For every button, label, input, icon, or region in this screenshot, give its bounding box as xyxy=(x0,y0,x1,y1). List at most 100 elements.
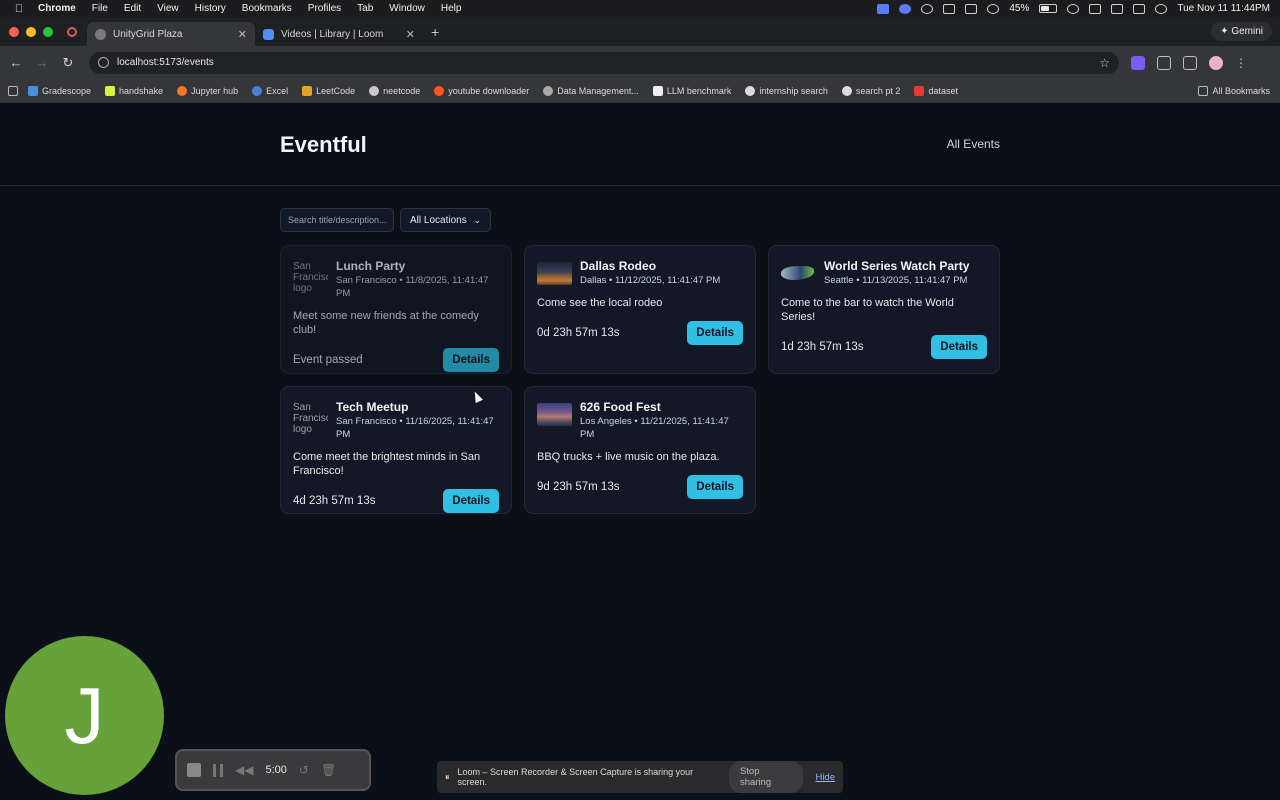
bookmark-internship-search[interactable]: internship search xyxy=(745,85,828,96)
new-tab-icon[interactable]: + xyxy=(431,24,439,40)
bluetooth-icon[interactable] xyxy=(943,3,956,14)
apps-grid-icon[interactable] xyxy=(8,85,18,96)
battery-icon[interactable] xyxy=(1039,4,1058,13)
bookmark-label: dataset xyxy=(928,85,958,96)
extension-badge-icon[interactable] xyxy=(1131,55,1145,70)
details-button[interactable]: Details xyxy=(931,335,987,359)
maximize-window-icon[interactable] xyxy=(43,26,53,37)
screen-share-icon[interactable] xyxy=(877,3,890,14)
menu-tab[interactable]: Tab xyxy=(349,3,381,14)
tab-title: UnityGrid Plaza xyxy=(113,28,183,40)
nav-all-events[interactable]: All Events xyxy=(947,137,1000,151)
airpods-icon[interactable] xyxy=(965,3,978,14)
side-panel-icon[interactable] xyxy=(1183,55,1197,70)
zoom-icon[interactable] xyxy=(899,3,912,14)
apple-icon[interactable]:  xyxy=(8,3,30,15)
handshake-icon xyxy=(105,85,116,96)
menu-file[interactable]: File xyxy=(84,3,116,14)
bookmark-llm-benchmark[interactable]: LLM benchmark xyxy=(652,85,731,96)
address-bar[interactable]: localhost:5173/events ☆ xyxy=(89,51,1119,74)
reload-icon[interactable]: ↻ xyxy=(55,55,81,71)
search-input[interactable]: Search title/description... xyxy=(280,208,394,232)
gemini-button[interactable]: ✦ Gemini xyxy=(1211,22,1272,41)
bookmark-handshake[interactable]: handshake xyxy=(105,85,163,96)
bookmark-label: LeetCode xyxy=(316,85,356,96)
menu-profiles[interactable]: Profiles xyxy=(300,3,349,14)
all-bookmarks[interactable]: All Bookmarks xyxy=(1198,85,1270,96)
kebab-menu-icon[interactable]: ⋮ xyxy=(1235,56,1247,70)
play-icon[interactable] xyxy=(987,3,1000,14)
bookmark-leetcode[interactable]: LeetCode xyxy=(302,85,356,96)
details-button[interactable]: Details xyxy=(687,321,743,345)
bookmark-star-icon[interactable]: ☆ xyxy=(1099,56,1110,70)
site-info-icon[interactable] xyxy=(98,57,109,68)
stop-recording-icon[interactable] xyxy=(187,763,201,777)
bookmark-gradescope[interactable]: Gradescope xyxy=(28,85,91,96)
bookmark-excel[interactable]: Excel xyxy=(252,85,288,96)
menu-window[interactable]: Window xyxy=(381,3,433,14)
stop-sharing-button[interactable]: Stop sharing xyxy=(728,761,804,793)
details-button[interactable]: Details xyxy=(443,489,499,513)
all-bookmarks-label: All Bookmarks xyxy=(1212,85,1270,96)
location-select[interactable]: All Locations ⌄ xyxy=(400,208,491,232)
address-text[interactable]: localhost:5173/events xyxy=(117,57,214,68)
gemini-label: Gemini xyxy=(1231,26,1263,37)
tab-unitygrid-plaza[interactable]: UnityGrid Plaza ✕ xyxy=(87,22,255,46)
details-button[interactable]: Details xyxy=(687,475,743,499)
menu-view[interactable]: View xyxy=(149,3,187,14)
menu-help[interactable]: Help xyxy=(433,3,470,14)
recording-icon[interactable] xyxy=(67,26,77,37)
bookmark-label: Data Management... xyxy=(557,85,639,96)
wifi-icon[interactable] xyxy=(1067,3,1080,14)
extensions-puzzle-icon[interactable] xyxy=(1157,55,1171,70)
bookmark-neetcode[interactable]: neetcode xyxy=(369,85,420,96)
event-meta: Los Angeles • 11/21/2025, 11:41:47 PM xyxy=(580,416,729,440)
menu-chrome[interactable]: Chrome xyxy=(30,3,84,14)
close-window-icon[interactable] xyxy=(9,26,19,37)
event-card: Dallas Rodeo Dallas • 11/12/2025, 11:41:… xyxy=(524,245,756,374)
browser-toolbar: ← → ↻ localhost:5173/events ☆ ⋮ xyxy=(0,46,1280,79)
bookmark-dataset[interactable]: dataset xyxy=(914,85,958,96)
menu-bookmarks[interactable]: Bookmarks xyxy=(234,3,300,14)
details-button[interactable]: Details xyxy=(443,348,499,372)
menubar-clock[interactable]: Tue Nov 11 11:44PM xyxy=(1177,3,1270,14)
trash-icon[interactable]: 🗑 xyxy=(321,763,336,777)
menu-history[interactable]: History xyxy=(187,3,234,14)
loom-control-bar: ◀◀ 5:00 ↺ 🗑 xyxy=(175,749,371,791)
bookmark-data-management[interactable]: Data Management... xyxy=(543,85,639,96)
keyboard-icon[interactable] xyxy=(1089,3,1102,14)
forward-arrow-icon[interactable]: → xyxy=(29,55,55,70)
creative-cloud-icon[interactable] xyxy=(921,3,934,14)
bookmark-search-pt-2[interactable]: search pt 2 xyxy=(841,85,900,96)
tab-loom-library[interactable]: Videos | Library | Loom ✕ xyxy=(255,22,423,46)
menu-edit[interactable]: Edit xyxy=(116,3,149,14)
pause-icon[interactable] xyxy=(213,763,223,777)
tab-strip: UnityGrid Plaza ✕ Videos | Library | Loo… xyxy=(0,17,1280,46)
minimize-window-icon[interactable] xyxy=(26,26,36,37)
close-tab-icon[interactable]: ✕ xyxy=(238,28,247,41)
back-arrow-icon[interactable]: ← xyxy=(3,55,29,70)
close-tab-icon[interactable]: ✕ xyxy=(406,28,415,41)
bookmark-youtube-downloader[interactable]: youtube downloader xyxy=(434,85,529,96)
hide-banner-link[interactable]: Hide xyxy=(815,772,835,783)
recording-timer: 5:00 xyxy=(265,764,287,776)
event-title: Dallas Rodeo xyxy=(580,259,657,273)
event-countdown: 4d 23h 57m 13s xyxy=(293,495,376,507)
loom-camera-bubble[interactable]: J xyxy=(5,636,164,795)
siri-icon[interactable] xyxy=(1155,3,1168,14)
restart-icon[interactable]: ↺ xyxy=(299,763,309,777)
event-description: Come meet the brightest minds in San Fra… xyxy=(293,451,481,477)
profile-avatar-icon[interactable] xyxy=(1209,55,1223,70)
event-title: 626 Food Fest xyxy=(580,400,661,414)
brand-logo[interactable]: Eventful xyxy=(280,132,367,158)
globe-icon xyxy=(95,28,106,40)
rewind-icon[interactable]: ◀◀ xyxy=(235,763,253,777)
window-controls xyxy=(9,26,53,37)
event-countdown: 1d 23h 57m 13s xyxy=(781,341,864,353)
bookmark-jupyter[interactable]: Jupyter hub xyxy=(177,85,238,96)
folder-icon xyxy=(1198,85,1209,96)
control-center-icon[interactable] xyxy=(1133,3,1146,14)
search-icon[interactable] xyxy=(1111,3,1124,14)
gradescope-icon xyxy=(28,85,38,96)
event-title: World Series Watch Party xyxy=(824,259,970,273)
